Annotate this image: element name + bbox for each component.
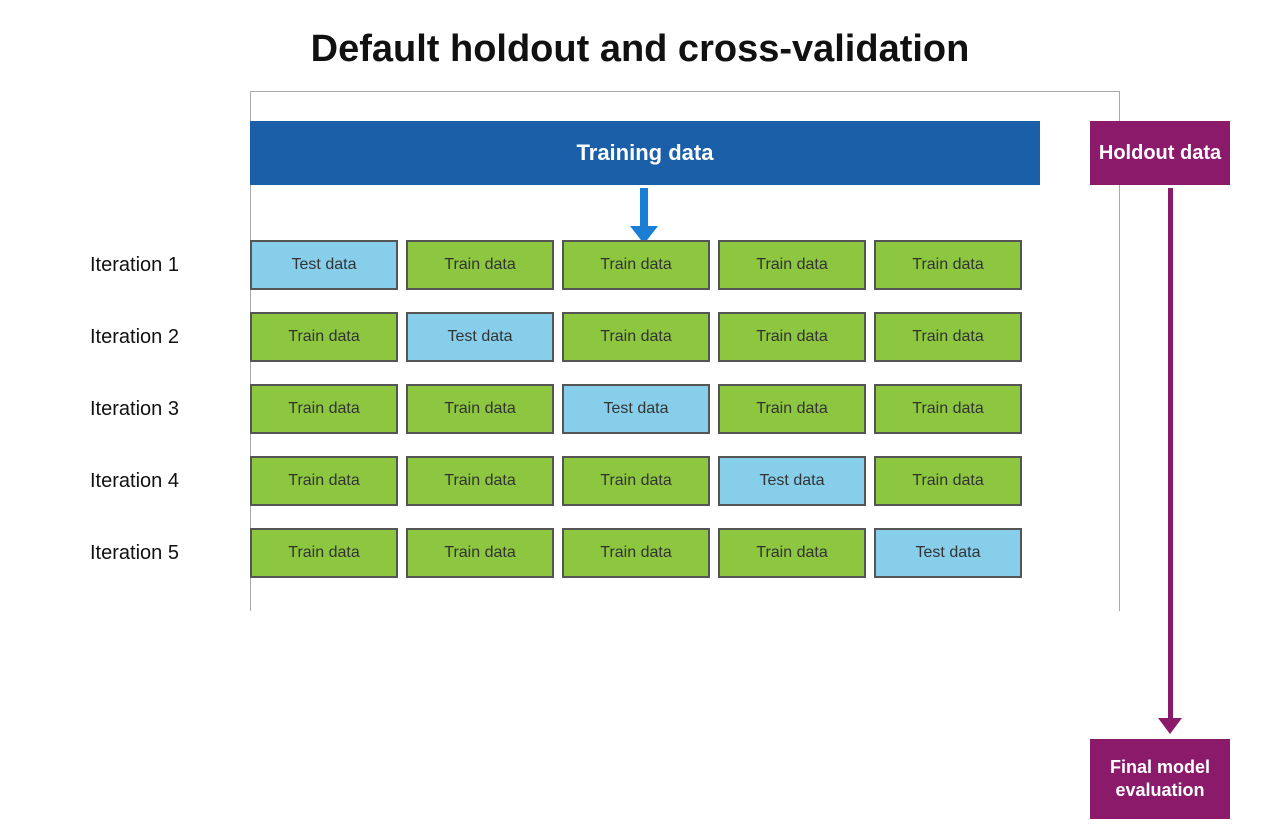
- train-data-cell: Train data: [718, 384, 866, 434]
- test-data-cell: Test data: [406, 312, 554, 362]
- final-model-box: Final model evaluation: [1090, 739, 1230, 819]
- iteration-row: Iteration 1Test dataTrain dataTrain data…: [90, 236, 1190, 294]
- test-data-cell: Test data: [562, 384, 710, 434]
- iteration-label: Iteration 2: [90, 326, 245, 349]
- train-data-cell: Train data: [406, 240, 554, 290]
- test-data-cell: Test data: [718, 456, 866, 506]
- cells-group: Train dataTest dataTrain dataTrain dataT…: [250, 312, 1022, 362]
- iteration-row: Iteration 4Train dataTrain dataTrain dat…: [90, 452, 1190, 510]
- training-bar: Training data: [250, 121, 1040, 185]
- train-data-cell: Train data: [874, 312, 1022, 362]
- train-data-cell: Train data: [562, 456, 710, 506]
- train-data-cell: Train data: [562, 240, 710, 290]
- train-data-cell: Train data: [874, 456, 1022, 506]
- train-data-cell: Train data: [250, 384, 398, 434]
- train-data-cell: Train data: [874, 240, 1022, 290]
- iteration-row: Iteration 2Train dataTest dataTrain data…: [90, 308, 1190, 366]
- train-data-cell: Train data: [250, 312, 398, 362]
- iteration-label: Iteration 3: [90, 398, 245, 421]
- train-data-cell: Train data: [562, 528, 710, 578]
- train-data-cell: Train data: [874, 384, 1022, 434]
- cells-group: Train dataTrain dataTrain dataTest dataT…: [250, 456, 1022, 506]
- iteration-row: Iteration 5Train dataTrain dataTrain dat…: [90, 524, 1190, 582]
- train-data-cell: Train data: [406, 384, 554, 434]
- iteration-row: Iteration 3Train dataTrain dataTest data…: [90, 380, 1190, 438]
- page-title: Default holdout and cross-validation: [0, 0, 1280, 91]
- train-data-cell: Train data: [406, 528, 554, 578]
- train-data-cell: Train data: [406, 456, 554, 506]
- iteration-label: Iteration 4: [90, 470, 245, 493]
- train-data-cell: Train data: [718, 240, 866, 290]
- test-data-cell: Test data: [874, 528, 1022, 578]
- train-data-cell: Train data: [250, 456, 398, 506]
- iteration-label: Iteration 1: [90, 254, 245, 277]
- iterations-area: Iteration 1Test dataTrain dataTrain data…: [90, 236, 1190, 596]
- train-data-cell: Train data: [718, 312, 866, 362]
- cells-group: Train dataTrain dataTrain dataTrain data…: [250, 528, 1022, 578]
- train-data-cell: Train data: [562, 312, 710, 362]
- train-data-cell: Train data: [718, 528, 866, 578]
- test-data-cell: Test data: [250, 240, 398, 290]
- cells-group: Train dataTrain dataTest dataTrain dataT…: [250, 384, 1022, 434]
- holdout-bar: Holdout data: [1090, 121, 1230, 185]
- cells-group: Test dataTrain dataTrain dataTrain dataT…: [250, 240, 1022, 290]
- train-data-cell: Train data: [250, 528, 398, 578]
- iteration-label: Iteration 5: [90, 542, 245, 565]
